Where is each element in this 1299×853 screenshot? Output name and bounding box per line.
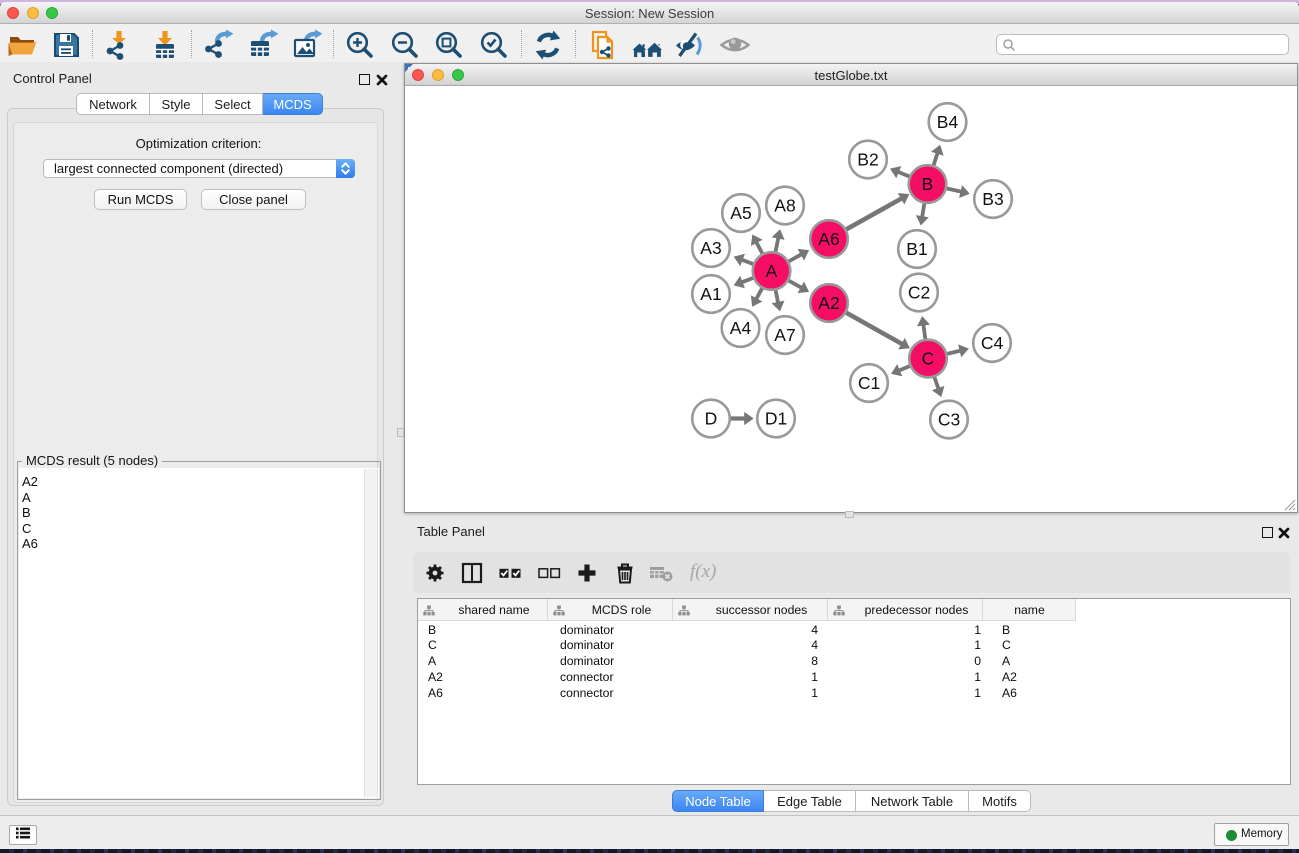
svg-text:D: D — [705, 409, 718, 429]
svg-text:A2: A2 — [818, 293, 839, 313]
svg-text:A7: A7 — [774, 325, 795, 345]
svg-text:B4: B4 — [937, 112, 959, 132]
svg-text:A8: A8 — [774, 196, 795, 216]
svg-text:C3: C3 — [938, 410, 960, 430]
svg-text:A4: A4 — [730, 318, 752, 338]
svg-text:B1: B1 — [906, 239, 927, 259]
svg-text:A: A — [766, 261, 778, 281]
svg-text:C4: C4 — [981, 333, 1004, 353]
svg-text:D1: D1 — [765, 409, 787, 429]
svg-text:A6: A6 — [818, 229, 839, 249]
svg-text:B3: B3 — [982, 189, 1003, 209]
svg-text:C2: C2 — [908, 283, 930, 303]
svg-text:C: C — [922, 349, 935, 369]
svg-text:C1: C1 — [858, 373, 880, 393]
svg-text:A3: A3 — [700, 238, 721, 258]
svg-text:B2: B2 — [857, 150, 878, 170]
svg-text:A1: A1 — [700, 284, 721, 304]
svg-text:A5: A5 — [730, 203, 751, 223]
svg-text:B: B — [922, 174, 934, 194]
